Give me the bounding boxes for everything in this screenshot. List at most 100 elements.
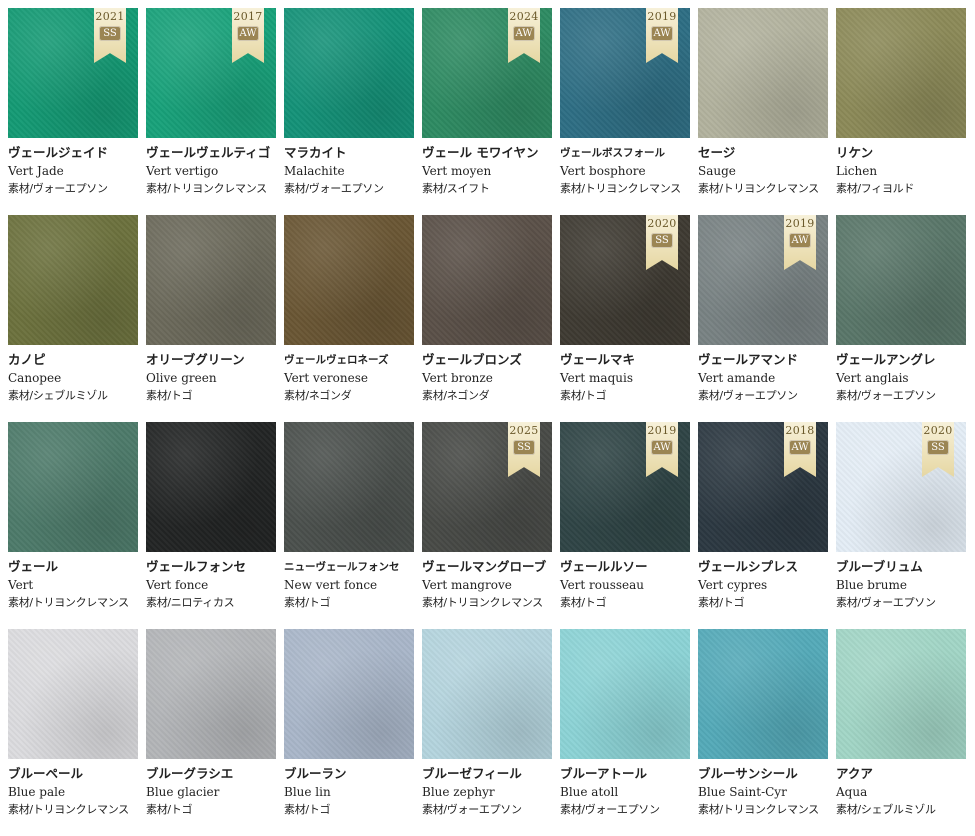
color-name-ja: ヴェールルソー	[560, 559, 648, 574]
season-ribbon: 2021 SS	[94, 8, 126, 63]
leather-swatch[interactable]	[836, 8, 966, 138]
swatch-card[interactable]: ヴェールアングレ Vert anglais 素材/ヴォーエプソン	[836, 215, 966, 422]
swatch-card[interactable]: オリーブグリーン Olive green 素材/トゴ	[146, 215, 276, 422]
leather-swatch[interactable]	[146, 422, 276, 552]
color-name-en: Malachite	[284, 164, 345, 178]
leather-swatch[interactable]: 2019 AW	[560, 422, 690, 552]
material-label: 素材/トゴ	[284, 803, 331, 816]
season-ribbon: 2017 AW	[232, 8, 264, 63]
leather-swatch[interactable]	[8, 629, 138, 759]
leather-swatch[interactable]	[698, 629, 828, 759]
color-name-ja: ヴェールマングローブ	[422, 559, 547, 574]
ribbon-year: 2019	[647, 424, 677, 437]
color-name-ja: ヴェールジェイド	[8, 145, 109, 160]
swatch-card[interactable]: 2017 AW ヴェールヴェルティゴ Vert vertigo 素材/トリヨンク…	[146, 8, 276, 215]
swatch-card[interactable]: リケン Lichen 素材/フィヨルド	[836, 8, 966, 215]
material-label: 素材/ヴォーエプソン	[8, 182, 108, 195]
color-name-en: New vert fonce	[284, 578, 378, 592]
color-name-ja: ニューヴェールフォンセ	[284, 561, 400, 573]
material-label: 素材/トリヨンクレマンス	[8, 596, 129, 609]
ribbon-season: SS	[513, 440, 535, 455]
color-name-ja: ヴェールアングレ	[836, 352, 936, 367]
leather-swatch[interactable]	[8, 422, 138, 552]
color-name-ja: マラカイト	[284, 145, 347, 160]
color-name-ja: ヴェールブロンズ	[422, 352, 522, 367]
swatch-card[interactable]: セージ Sauge 素材/トリヨンクレマンス	[698, 8, 828, 215]
leather-swatch[interactable]	[836, 215, 966, 345]
swatch-card[interactable]: ブルーサンシール Blue Saint-Cyr 素材/トリヨンクレマンス	[698, 629, 828, 836]
color-name-ja: ブルーグラシエ	[146, 766, 234, 781]
color-name-ja: ヴェールマキ	[560, 352, 636, 367]
color-name-en: Vert	[8, 578, 34, 592]
material-label: 素材/シェブルミゾル	[836, 803, 936, 816]
leather-swatch[interactable]: 2024 AW	[422, 8, 552, 138]
material-label: 素材/ヴォーエプソン	[560, 803, 660, 816]
swatch-card[interactable]: 2019 AW ヴェールボスフォール Vert bosphore 素材/トリヨン…	[560, 8, 690, 215]
season-ribbon: 2018 AW	[784, 422, 816, 477]
swatch-card[interactable]: ニューヴェールフォンセ New vert fonce 素材/トゴ	[284, 422, 414, 629]
material-label: 素材/ヴォーエプソン	[422, 803, 522, 816]
leather-swatch[interactable]: 2021 SS	[8, 8, 138, 138]
leather-swatch[interactable]	[698, 8, 828, 138]
swatch-card[interactable]: 2025 SS ヴェールマングローブ Vert mangrove 素材/トリヨン…	[422, 422, 552, 629]
leather-swatch[interactable]	[836, 629, 966, 759]
material-label: 素材/トゴ	[146, 803, 193, 816]
swatch-card[interactable]: ブルーペール Blue pale 素材/トリヨンクレマンス	[8, 629, 138, 836]
ribbon-season: AW	[789, 440, 811, 455]
swatch-card[interactable]: 2024 AW ヴェール モワイヤン Vert moyen 素材/スイフト	[422, 8, 552, 215]
color-name-en: Sauge	[698, 164, 736, 178]
leather-swatch[interactable]: 2025 SS	[422, 422, 552, 552]
leather-swatch[interactable]	[284, 8, 414, 138]
leather-swatch[interactable]: 2018 AW	[698, 422, 828, 552]
color-name-ja: ヴェールフォンセ	[146, 559, 247, 574]
leather-swatch[interactable]: 2017 AW	[146, 8, 276, 138]
color-name-ja: ヴェール モワイヤン	[422, 145, 539, 160]
swatch-card[interactable]: 2020 SS ブルーブリュム Blue brume 素材/ヴォーエプソン	[836, 422, 966, 629]
swatch-card[interactable]: 2020 SS ヴェールマキ Vert maquis 素材/トゴ	[560, 215, 690, 422]
material-label: 素材/ニロティカス	[146, 596, 235, 609]
color-name-en: Vert bosphore	[560, 164, 646, 178]
ribbon-year: 2025	[509, 424, 539, 437]
color-name-ja: ブルーサンシール	[698, 766, 798, 781]
swatch-card[interactable]: カノピ Canopee 素材/シェブルミゾル	[8, 215, 138, 422]
swatch-card[interactable]: 2019 AW ヴェールルソー Vert rousseau 素材/トゴ	[560, 422, 690, 629]
leather-swatch[interactable]	[422, 629, 552, 759]
ribbon-year: 2020	[647, 217, 677, 230]
color-name-en: Blue atoll	[560, 785, 619, 799]
swatch-card[interactable]: ヴェール Vert 素材/トリヨンクレマンス	[8, 422, 138, 629]
swatch-card[interactable]: アクア Aqua 素材/シェブルミゾル	[836, 629, 966, 836]
leather-swatch[interactable]	[284, 422, 414, 552]
leather-swatch[interactable]: 2020 SS	[836, 422, 966, 552]
leather-swatch[interactable]	[8, 215, 138, 345]
swatch-card[interactable]: ヴェールフォンセ Vert fonce 素材/ニロティカス	[146, 422, 276, 629]
color-name-en: Vert maquis	[560, 371, 633, 385]
swatch-card[interactable]: ブルーゼフィール Blue zephyr 素材/ヴォーエプソン	[422, 629, 552, 836]
leather-swatch[interactable]: 2020 SS	[560, 215, 690, 345]
material-label: 素材/ネゴンダ	[284, 389, 352, 402]
ribbon-season: SS	[651, 233, 673, 248]
leather-swatch[interactable]	[560, 629, 690, 759]
swatch-card[interactable]: 2019 AW ヴェールアマンド Vert amande 素材/ヴォーエプソン	[698, 215, 828, 422]
leather-swatch[interactable]	[146, 629, 276, 759]
swatch-card[interactable]: ブルーラン Blue lin 素材/トゴ	[284, 629, 414, 836]
color-name-en: Vert fonce	[146, 578, 209, 592]
swatch-card[interactable]: マラカイト Malachite 素材/ヴォーエプソン	[284, 8, 414, 215]
swatch-card[interactable]: ヴェールブロンズ Vert bronze 素材/ネゴンダ	[422, 215, 552, 422]
material-label: 素材/スイフト	[422, 182, 490, 195]
leather-swatch[interactable]: 2019 AW	[698, 215, 828, 345]
leather-swatch[interactable]: 2019 AW	[560, 8, 690, 138]
leather-swatch[interactable]	[284, 629, 414, 759]
swatch-card[interactable]: ブルーグラシエ Blue glacier 素材/トゴ	[146, 629, 276, 836]
leather-swatch[interactable]	[422, 215, 552, 345]
leather-swatch[interactable]	[284, 215, 414, 345]
swatch-card[interactable]: 2018 AW ヴェールシプレス Vert cypres 素材/トゴ	[698, 422, 828, 629]
material-label: 素材/ヴォーエプソン	[836, 596, 936, 609]
season-ribbon: 2020 SS	[922, 422, 954, 477]
swatch-card[interactable]: 2021 SS ヴェールジェイド Vert Jade 素材/ヴォーエプソン	[8, 8, 138, 215]
ribbon-year: 2019	[785, 217, 815, 230]
leather-swatch[interactable]	[146, 215, 276, 345]
swatch-card[interactable]: ヴェールヴェロネーズ Vert veronese 素材/ネゴンダ	[284, 215, 414, 422]
ribbon-year: 2017	[233, 10, 263, 23]
ribbon-season: AW	[513, 26, 535, 41]
swatch-card[interactable]: ブルーアトール Blue atoll 素材/ヴォーエプソン	[560, 629, 690, 836]
